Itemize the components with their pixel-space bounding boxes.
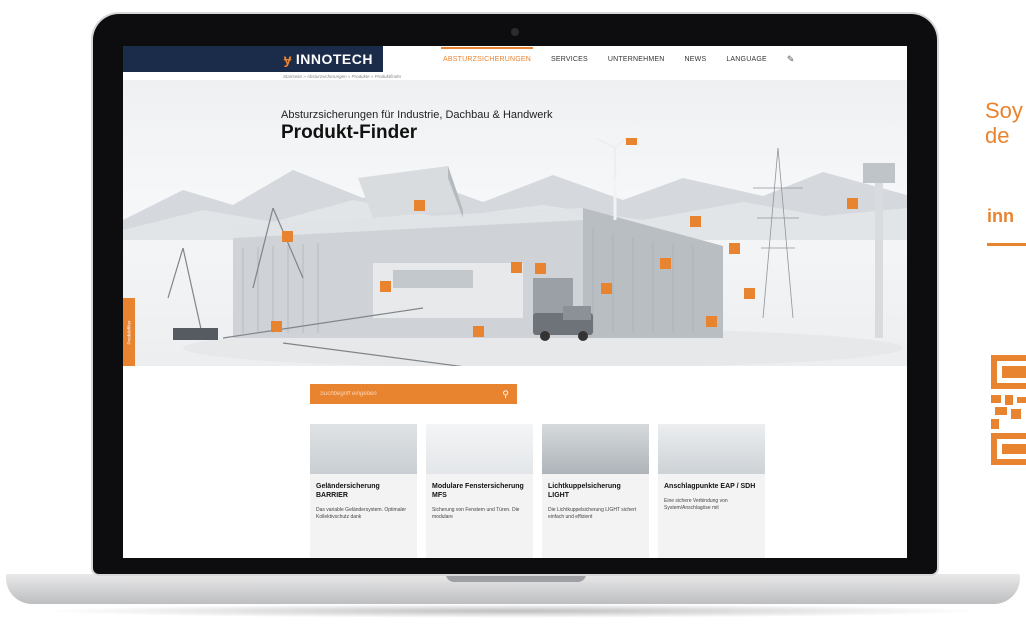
- hero-section: Absturzsicherungen für Industrie, Dachba…: [123, 80, 907, 366]
- qr-code-icon: [991, 355, 1026, 465]
- ad-headline: Soy de: [985, 98, 1023, 149]
- nav-news[interactable]: NEWS: [685, 56, 707, 63]
- product-card-light[interactable]: Lichtkuppelsicherung LIGHT Die Lichtkupp…: [542, 424, 649, 558]
- product-title: Lichtkuppelsicherung LIGHT: [548, 483, 621, 499]
- logo[interactable]: ɏ INNOTECH: [284, 51, 373, 67]
- nav-services[interactable]: SERVICES: [551, 56, 588, 63]
- product-image-barrier: [310, 424, 417, 474]
- search-icon[interactable]: ⚲: [502, 389, 509, 400]
- logo-area[interactable]: ɏ INNOTECH: [123, 46, 383, 72]
- laptop-notch: [446, 574, 586, 582]
- camera-icon: [511, 28, 519, 36]
- industrial-scene-illustration: [167, 138, 903, 366]
- logo-text: INNOTECH: [295, 51, 373, 67]
- nav-language[interactable]: LANGUAGE: [726, 56, 767, 63]
- nav-unternehmen[interactable]: UNTERNEHMEN: [608, 56, 665, 63]
- hero-subtitle: Absturzsicherungen für Industrie, Dachba…: [281, 109, 553, 121]
- product-filter-label: Produktfilter: [126, 319, 132, 345]
- ad-underline: [987, 243, 1026, 246]
- product-title: Geländersicherung BARRIER: [316, 483, 380, 499]
- browser-viewport: ɏ INNOTECH ABSTURZSICHERUNGEN SERVICES U…: [123, 46, 907, 558]
- search-bar: ⚲: [310, 384, 517, 404]
- main-nav: ABSTURZSICHERUNGEN SERVICES UNTERNEHMEN …: [441, 46, 795, 72]
- ad-line-1: Soy: [985, 98, 1023, 123]
- product-card-mfs[interactable]: Modulare Fenstersicherung MFS Sicherung …: [426, 424, 533, 558]
- laptop-shadow: [40, 604, 986, 618]
- product-desc: Sicherung von Fenstern und Türen. Die mo…: [432, 506, 520, 520]
- ad-line-2: de: [985, 123, 1010, 149]
- product-image-light: [542, 424, 649, 474]
- product-title: Modulare Fenstersicherung MFS: [432, 483, 524, 499]
- product-card-eap[interactable]: Anschlagpunkte EAP / SDH Eine sichere Ve…: [658, 424, 765, 558]
- product-card-barrier[interactable]: Geländersicherung BARRIER Das variable G…: [310, 424, 417, 558]
- product-desc: Das variable Geländersystem. Optimaler K…: [316, 506, 407, 520]
- laptop-frame: ɏ INNOTECH ABSTURZSICHERUNGEN SERVICES U…: [93, 14, 937, 574]
- logo-mark-icon: ɏ: [283, 51, 292, 67]
- product-cards: Geländersicherung BARRIER Das variable G…: [310, 424, 765, 558]
- product-filter-tab[interactable]: Produktfilter: [123, 298, 135, 366]
- site-header: ɏ INNOTECH ABSTURZSICHERUNGEN SERVICES U…: [123, 46, 907, 76]
- nav-absturzsicherungen[interactable]: ABSTURZSICHERUNGEN: [441, 46, 533, 63]
- notepad-icon[interactable]: ✎: [787, 54, 795, 65]
- product-image-mfs: [426, 424, 533, 474]
- product-title: Anschlagpunkte EAP / SDH: [664, 483, 756, 490]
- product-desc: Eine sichere Verbindung von System/Ansch…: [664, 497, 728, 511]
- search-input[interactable]: [318, 390, 482, 398]
- ad-brand: inn: [987, 206, 1014, 226]
- breadcrumb[interactable]: Startseite » Absturzsicherungen » Produk…: [283, 74, 401, 79]
- product-image-eap: [658, 424, 765, 474]
- product-desc: Die Lichtkuppelsicherung LIGHT sichert e…: [548, 506, 637, 520]
- laptop-base: [6, 574, 1020, 604]
